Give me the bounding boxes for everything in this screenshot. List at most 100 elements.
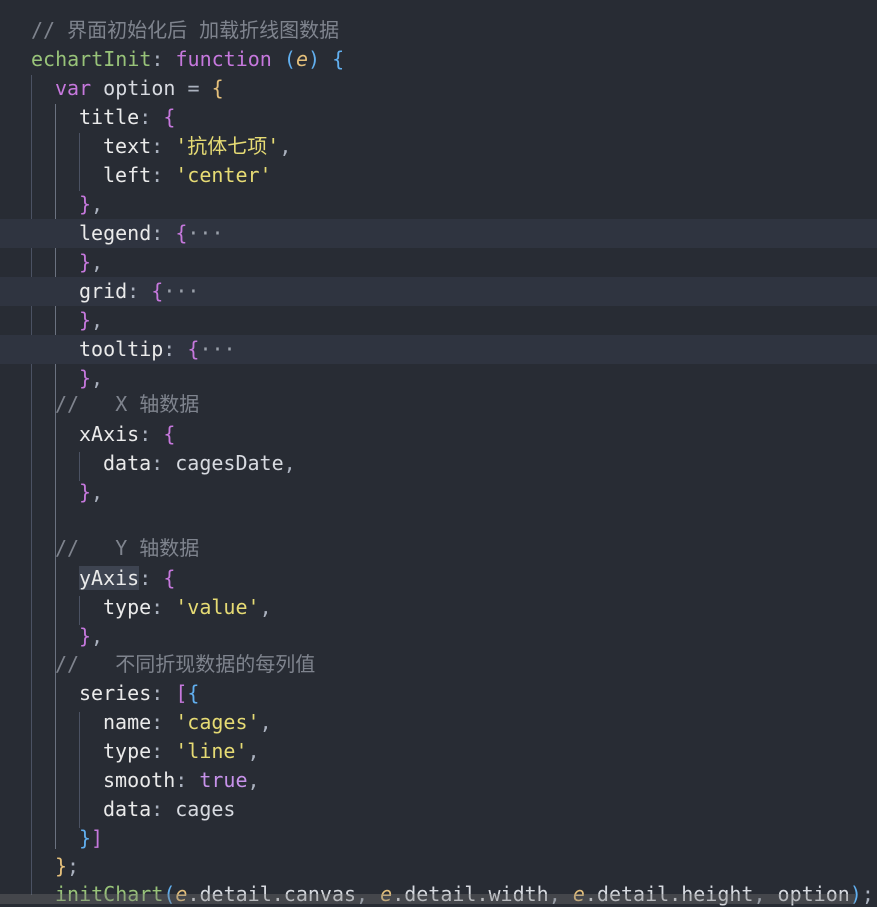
scrollbar-thumb[interactable]	[0, 894, 855, 904]
brace: {	[332, 47, 345, 71]
code-line[interactable]: }]	[0, 824, 877, 853]
comma: ,	[283, 451, 296, 475]
brace: }	[79, 624, 92, 648]
code-line-empty[interactable]	[0, 507, 877, 536]
comma: ,	[247, 768, 260, 792]
brace: {	[163, 422, 176, 446]
property-highlighted: yAxis	[79, 566, 140, 590]
brace: {	[175, 221, 188, 245]
code-line[interactable]: name: 'cages',	[0, 708, 877, 737]
code-line[interactable]: title: {	[0, 103, 877, 132]
colon: :	[139, 566, 152, 590]
code-line[interactable]: text: '抗体七项',	[0, 132, 877, 161]
code-line[interactable]: left: 'center'	[0, 161, 877, 190]
code-line[interactable]: },	[0, 306, 877, 335]
string-literal: 'value'	[175, 595, 260, 619]
code-line[interactable]: var option = {	[0, 74, 877, 103]
property: type	[103, 595, 152, 619]
code-line[interactable]: },	[0, 248, 877, 277]
colon: :	[175, 768, 188, 792]
fold-ellipsis-icon[interactable]: ···	[187, 221, 223, 245]
brace: {	[163, 105, 176, 129]
property: tooltip	[79, 337, 164, 361]
colon: :	[127, 279, 140, 303]
comma: ,	[91, 624, 104, 648]
code-line[interactable]: smooth: true,	[0, 766, 877, 795]
code-line[interactable]: // 不同折现数据的每列值	[0, 650, 877, 679]
brace: }	[79, 480, 92, 504]
property: series	[79, 681, 152, 705]
property: smooth	[103, 768, 176, 792]
code-line[interactable]: type: 'line',	[0, 737, 877, 766]
horizontal-scrollbar[interactable]	[0, 891, 877, 907]
close-paren: )	[307, 47, 321, 71]
comma: ,	[91, 250, 104, 274]
colon: :	[151, 451, 164, 475]
bracket: ]	[91, 826, 104, 850]
code-line[interactable]: },	[0, 364, 877, 393]
fold-ellipsis-icon[interactable]: ···	[199, 337, 235, 361]
code-line[interactable]: xAxis: {	[0, 420, 877, 449]
brace: {	[187, 681, 200, 705]
comment: // 界面初始化后 加载折线图数据	[31, 18, 340, 42]
code-line[interactable]: // 界面初始化后 加载折线图数据	[0, 16, 877, 45]
code-line[interactable]: },	[0, 622, 877, 651]
comma: ,	[91, 366, 104, 390]
code-line-folded[interactable]: grid: {···	[0, 277, 877, 306]
colon: :	[163, 337, 176, 361]
bracket: [	[175, 681, 188, 705]
parameter: e	[295, 47, 308, 71]
brace: }	[55, 854, 68, 878]
fold-ellipsis-icon[interactable]: ···	[163, 279, 199, 303]
code-line[interactable]: data: cages	[0, 795, 877, 824]
string-literal: '抗体七项'	[175, 134, 280, 158]
code-editor[interactable]: // 界面初始化后 加载折线图数据 echartInit: function (…	[0, 0, 877, 907]
property: type	[103, 739, 152, 763]
comment: // Y 轴数据	[55, 536, 200, 560]
identifier: cages	[175, 797, 236, 821]
code-line[interactable]: },	[0, 190, 877, 219]
keyword: var	[55, 76, 92, 100]
property: legend	[79, 221, 152, 245]
colon: :	[151, 595, 164, 619]
code-line[interactable]: // X 轴数据	[0, 390, 877, 419]
comma: ,	[259, 595, 272, 619]
comma: ,	[91, 192, 104, 216]
colon: :	[151, 134, 164, 158]
identifier: cagesDate	[175, 451, 284, 475]
comma: ,	[91, 308, 104, 332]
brace: {	[151, 279, 164, 303]
brace: }	[79, 826, 92, 850]
property: data	[103, 797, 152, 821]
code-line[interactable]: },	[0, 478, 877, 507]
string-literal: 'cages'	[175, 710, 260, 734]
property: data	[103, 451, 152, 475]
colon: :	[151, 681, 164, 705]
property: left	[103, 163, 152, 187]
colon: :	[151, 163, 164, 187]
property: title	[79, 105, 140, 129]
open-paren: (	[283, 47, 296, 71]
code-line[interactable]: echartInit: function (e) {	[0, 45, 877, 74]
operator: =	[187, 76, 200, 100]
brace: }	[79, 250, 92, 274]
brace: {	[211, 76, 224, 100]
function-name: echartInit	[31, 47, 152, 71]
colon: :	[151, 710, 164, 734]
comma: ,	[247, 739, 260, 763]
comma: ,	[259, 710, 272, 734]
code-line[interactable]: };	[0, 852, 877, 881]
comma: ,	[279, 134, 292, 158]
code-line[interactable]: type: 'value',	[0, 593, 877, 622]
code-line[interactable]: series: [{	[0, 679, 877, 708]
code-line[interactable]: yAxis: {	[0, 564, 877, 593]
code-line[interactable]: data: cagesDate,	[0, 449, 877, 478]
comment: // 不同折现数据的每列值	[55, 652, 316, 676]
brace: }	[79, 366, 92, 390]
boolean-literal: true	[199, 768, 248, 792]
code-line-folded[interactable]: legend: {···	[0, 219, 877, 248]
code-line[interactable]: // Y 轴数据	[0, 534, 877, 563]
code-line-folded[interactable]: tooltip: {···	[0, 335, 877, 364]
property: xAxis	[79, 422, 140, 446]
comma: ,	[91, 480, 104, 504]
